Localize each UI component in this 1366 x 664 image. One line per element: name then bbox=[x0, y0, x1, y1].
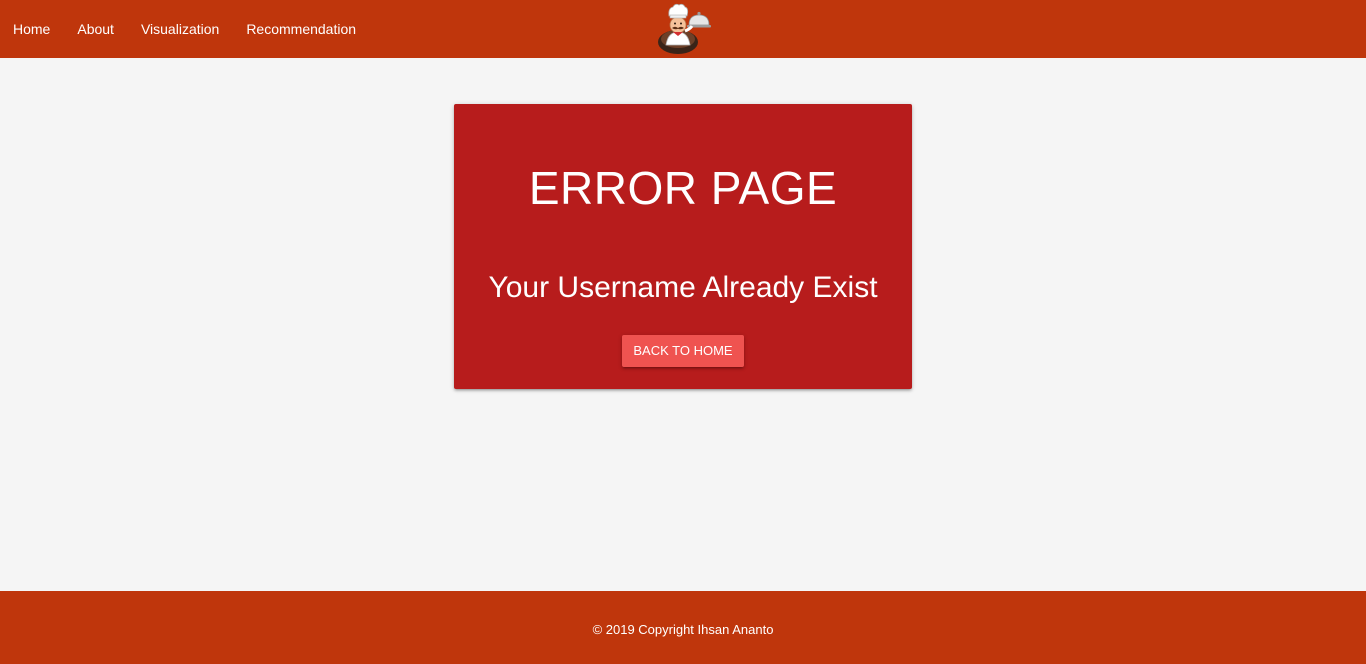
navbar: Home About Visualization Recommendation bbox=[0, 0, 1366, 58]
main-content: ERROR PAGE Your Username Already Exist B… bbox=[0, 58, 1366, 591]
nav-link-visualization[interactable]: Visualization bbox=[141, 21, 219, 37]
nav-link-about[interactable]: About bbox=[77, 21, 114, 37]
nav-link-recommendation[interactable]: Recommendation bbox=[246, 21, 356, 37]
error-title: ERROR PAGE bbox=[528, 162, 838, 214]
chef-logo-icon[interactable] bbox=[655, 1, 711, 57]
error-card: ERROR PAGE Your Username Already Exist B… bbox=[454, 104, 912, 389]
copyright-text: © 2019 Copyright Ihsan Ananto bbox=[592, 622, 774, 637]
footer: © 2019 Copyright Ihsan Ananto bbox=[0, 591, 1366, 664]
nav-link-home[interactable]: Home bbox=[13, 21, 50, 37]
back-to-home-button[interactable]: BACK TO HOME bbox=[622, 335, 744, 367]
nav-links: Home About Visualization Recommendation bbox=[13, 0, 383, 58]
error-message: Your Username Already Exist bbox=[488, 271, 878, 304]
